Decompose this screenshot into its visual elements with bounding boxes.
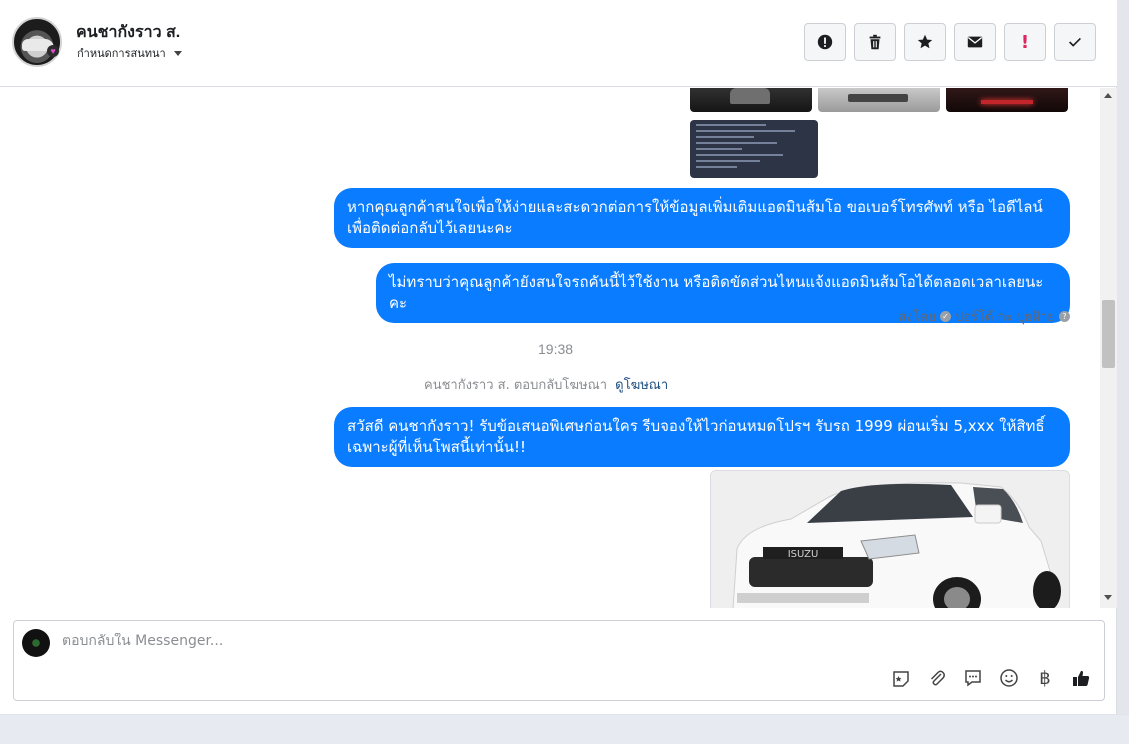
sent-message-bubble[interactable]: สวัสดี คนชากังราว! รับข้อเสนอพิเศษก่อนใค… (334, 407, 1070, 467)
attach-file-button[interactable] (926, 667, 948, 689)
assign-conversation-dropdown[interactable]: กำหนดการสนทนา (77, 44, 184, 62)
pickup-truck-picture: ISUZU (711, 471, 1069, 608)
follow-up-button[interactable]: ! (1004, 23, 1046, 61)
image-attachment[interactable] (818, 88, 940, 112)
heart-badge-icon: ♥ (47, 45, 59, 57)
sticker-button[interactable] (890, 667, 912, 689)
reply-composer: ฿ (13, 620, 1105, 701)
sent-by-info: ส่งโดย ✓ ปอร์โต้ กะ ปุยฝ้าย ? (899, 306, 1070, 327)
saved-reply-icon (965, 670, 981, 687)
reply-input[interactable] (62, 633, 962, 649)
contact-avatar[interactable] (12, 17, 62, 67)
verified-icon: ✓ (940, 311, 951, 322)
mark-done-button[interactable] (1054, 23, 1096, 61)
scrollbar-thumb[interactable] (1102, 300, 1115, 368)
sent-message-bubble[interactable]: หากคุณลูกค้าสนใจเพื่อให้ง่ายและสะดวกต่อก… (334, 188, 1070, 248)
attachment-icon (930, 670, 945, 686)
sticker-icon (893, 671, 909, 687)
baht-icon: ฿ (1039, 667, 1051, 689)
envelope-icon (967, 36, 983, 48)
message-thread[interactable]: หากคุณลูกค้าสนใจเพื่อให้ง่ายและสะดวกต่อก… (0, 88, 1100, 608)
inbox-panel: ♥ คนชากังราว ส. กำหนดการสนทนา ! หากคุณลู… (0, 0, 1117, 714)
star-icon (917, 34, 933, 49)
conversation-actions: ! (804, 23, 1096, 61)
check-icon (1069, 37, 1081, 47)
thumbs-up-icon (1073, 670, 1090, 686)
emoji-icon (1000, 669, 1018, 687)
truck-brand: ISUZU (788, 549, 819, 560)
trash-icon (869, 34, 881, 50)
document-image-attachment[interactable] (690, 120, 818, 178)
scroll-down-arrow-icon[interactable] (1104, 595, 1112, 600)
delete-button[interactable] (854, 23, 896, 61)
caret-down-icon (173, 51, 182, 56)
truck-image-attachment[interactable]: ISUZU (710, 470, 1070, 608)
assign-label: กำหนดการสนทนา (77, 48, 166, 60)
page-avatar (22, 629, 50, 657)
ad-reply-notice: คนชากังราว ส. ตอบกลับโฆษณา ดูโฆษณา (424, 374, 668, 395)
image-attachment[interactable] (690, 88, 812, 112)
help-icon[interactable]: ? (1059, 311, 1070, 322)
conversation-header: ♥ คนชากังราว ส. กำหนดการสนทนา ! (0, 0, 1117, 87)
star-button[interactable] (904, 23, 946, 61)
image-attachment[interactable] (946, 88, 1068, 112)
sent-by-label: ส่งโดย (898, 310, 936, 325)
ad-reply-text: คนชากังราว ส. ตอบกลับโฆษณา (424, 378, 607, 393)
composer-toolbar: ฿ (890, 667, 1092, 689)
timestamp: 19:38 (538, 341, 574, 357)
mark-unread-button[interactable] (954, 23, 996, 61)
mark-spam-button[interactable] (804, 23, 846, 61)
sender-name: ปอร์โต้ กะ ปุยฝ้าย (955, 310, 1055, 325)
scroll-up-arrow-icon[interactable] (1104, 93, 1112, 98)
page-footer-strip (0, 714, 1129, 744)
like-button[interactable] (1070, 667, 1092, 689)
chat-scrollbar[interactable] (1100, 88, 1117, 608)
exclamation-icon: ! (1020, 31, 1030, 53)
emoji-button[interactable] (998, 667, 1020, 689)
contact-name[interactable]: คนชากังราว ส. (76, 20, 180, 45)
saved-replies-button[interactable] (962, 667, 984, 689)
view-ad-link[interactable]: ดูโฆษณา (615, 378, 668, 393)
payment-button[interactable]: ฿ (1034, 667, 1056, 689)
alert-circle-icon (817, 34, 833, 50)
